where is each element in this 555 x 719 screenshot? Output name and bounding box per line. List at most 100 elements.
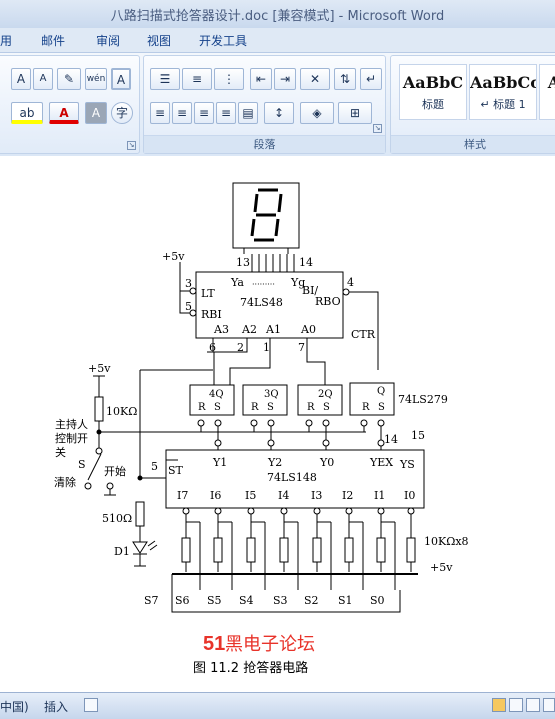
char-border-button[interactable]: A: [111, 68, 131, 90]
shading-button[interactable]: ◈: [300, 102, 334, 124]
style-heading-2-partial[interactable]: A: [539, 64, 555, 120]
label-10k: 10KΩ: [106, 405, 137, 418]
border-grid-icon: ⊞: [349, 106, 361, 120]
window-title: 八路扫描式抢答器设计.doc [兼容模式] - Microsoft Word: [110, 9, 445, 24]
label-a3: A3: [213, 323, 229, 336]
bullets-button[interactable]: ☰: [150, 68, 180, 90]
label-y1: Y1: [212, 456, 227, 469]
label-start: 开始: [104, 464, 126, 478]
decrease-indent-icon: ⇤: [255, 72, 267, 86]
label-s5: S5: [207, 594, 222, 607]
justify-button[interactable]: ≡: [216, 102, 236, 124]
enclose-char-button[interactable]: 字: [111, 102, 133, 124]
line-spacing-button[interactable]: ↕: [264, 102, 294, 124]
web-view-icon[interactable]: [526, 698, 540, 712]
label-pin14-148: 14: [384, 433, 398, 446]
status-insert-mode[interactable]: 插入: [44, 698, 68, 715]
align-left-icon: ≡: [154, 106, 166, 120]
figure-caption: 图 11.2 抢答器电路: [193, 660, 308, 676]
label-74ls279: 74LS279: [398, 393, 448, 406]
label-510: 510Ω: [102, 512, 132, 525]
styles-group: AaBbC 标题 AaBbCc ↵ 标题 1 A 样式: [390, 55, 555, 154]
menu-tab-mail[interactable]: 邮件: [41, 32, 65, 49]
label-4q: 4Q: [209, 389, 224, 400]
title-bar: 八路扫描式抢答器设计.doc [兼容模式] - Microsoft Word: [0, 0, 555, 28]
multilevel-list-button[interactable]: ⋮: [214, 68, 244, 90]
menu-tab-home-partial[interactable]: 用: [0, 32, 12, 49]
font-color-button[interactable]: A: [49, 102, 79, 124]
label-pin7: 7: [298, 341, 305, 354]
shrink-font-button[interactable]: A: [33, 68, 53, 90]
sort-button[interactable]: ⇅: [334, 68, 356, 90]
show-marks-button[interactable]: ↵: [360, 68, 382, 90]
print-layout-view-icon[interactable]: [492, 698, 506, 712]
label-ys: YS: [399, 458, 415, 471]
highlight-button[interactable]: ab: [11, 102, 43, 124]
style-name: ↵ 标题 1: [480, 98, 526, 111]
style-heading-1[interactable]: AaBbCc ↵ 标题 1: [469, 64, 537, 120]
label-y2: Y2: [267, 456, 282, 469]
asian-layout-icon: ✕: [309, 72, 321, 86]
clear-format-button[interactable]: ✎: [57, 68, 81, 90]
paragraph-dialog-launcher[interactable]: ↘: [373, 124, 382, 133]
style-sample: AaBbCc: [470, 73, 536, 92]
phonetic-guide-button[interactable]: wén: [85, 68, 107, 90]
label-pin13: 13: [236, 256, 250, 269]
macro-record-icon[interactable]: [84, 698, 98, 712]
distribute-button[interactable]: ▤: [238, 102, 258, 124]
line-spacing-icon: ↕: [273, 106, 285, 120]
decrease-indent-button[interactable]: ⇤: [250, 68, 272, 90]
label-ya: Ya: [230, 276, 244, 289]
borders-button[interactable]: ⊞: [338, 102, 372, 124]
label-s1: S1: [338, 594, 353, 607]
align-center-button[interactable]: ≡: [172, 102, 192, 124]
align-right-button[interactable]: ≡: [194, 102, 214, 124]
char-shading-button[interactable]: A: [85, 102, 107, 124]
label-r: R: [251, 402, 259, 413]
label-pin14: 14: [299, 256, 313, 269]
style-sample: AaBbC: [402, 73, 464, 92]
label-i5: I5: [245, 489, 256, 502]
align-right-icon: ≡: [198, 106, 210, 120]
label-host-1: 主持人: [55, 417, 88, 431]
numbering-button[interactable]: ≡: [182, 68, 212, 90]
segment-pins: [251, 254, 295, 272]
label-r: R: [362, 402, 370, 413]
watermark-text: 黑电子论坛: [225, 634, 315, 655]
label-r: R: [198, 402, 206, 413]
align-center-icon: ≡: [176, 106, 188, 120]
label-host-3: 关: [55, 445, 66, 459]
label-s7: S7: [144, 594, 159, 607]
styles-group-label: 样式: [391, 135, 555, 153]
status-language[interactable]: 中国): [0, 698, 29, 715]
menu-tab-view[interactable]: 视图: [147, 32, 171, 49]
label-ctr: CTR: [351, 328, 376, 341]
label-pin4: 4: [347, 276, 354, 289]
label-q: Q: [377, 386, 385, 397]
led-d1: [132, 540, 158, 567]
label-74ls48: 74LS48: [240, 296, 283, 309]
outline-view-icon[interactable]: [543, 698, 555, 712]
label-74ls148: 74LS148: [267, 471, 317, 484]
label-s: S: [267, 402, 274, 413]
label-s2: S2: [304, 594, 319, 607]
font-dialog-launcher[interactable]: ↘: [127, 141, 136, 150]
increase-indent-button[interactable]: ⇥: [274, 68, 296, 90]
clear-format-icon: ✎: [63, 72, 75, 86]
label-s-switch: S: [78, 458, 86, 471]
label-s3: S3: [273, 594, 288, 607]
style-sample: A: [547, 73, 555, 92]
paragraph-group: ☰ ≡ ⋮ ⇤ ⇥ ✕ ⇅ ↵ ≡ ≡ ≡ ≡ ▤ ↕ ◈ ⊞ 段落 ↘: [143, 55, 386, 154]
label-i6: I6: [210, 489, 221, 502]
menu-tab-review[interactable]: 审阅: [96, 32, 120, 49]
label-dots: ·········: [252, 280, 275, 289]
align-left-button[interactable]: ≡: [150, 102, 170, 124]
grow-font-button[interactable]: A: [11, 68, 31, 90]
label-vcc-bus: +5v: [430, 561, 453, 574]
asian-layout-button[interactable]: ✕: [300, 68, 330, 90]
style-heading[interactable]: AaBbC 标题: [399, 64, 467, 120]
menu-tab-developer[interactable]: 开发工具: [199, 32, 247, 49]
full-screen-view-icon[interactable]: [509, 698, 523, 712]
label-a2: A2: [241, 323, 257, 336]
document-page[interactable]: 13 14 Ya ········· Yg LT BI/ RBO RBI 74L…: [0, 157, 555, 692]
